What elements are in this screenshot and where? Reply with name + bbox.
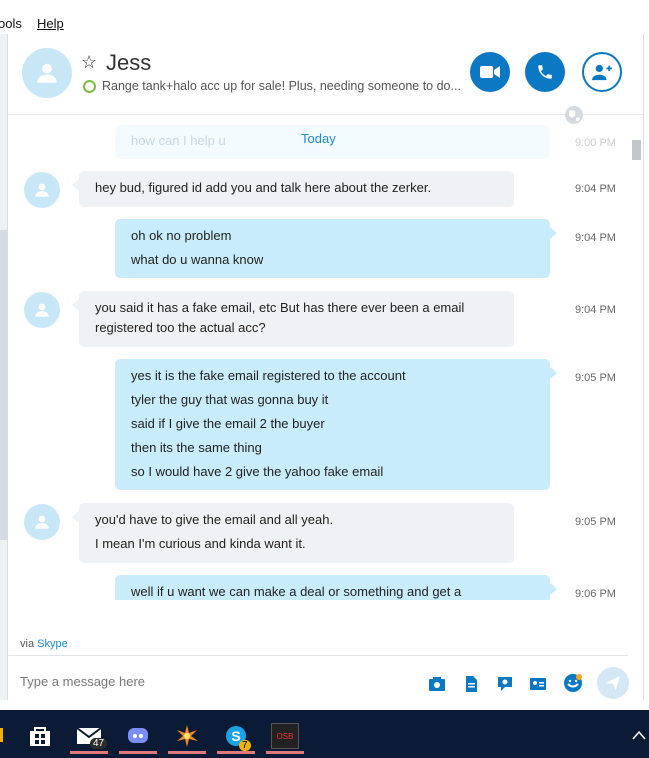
media-gallery-icon[interactable] (428, 675, 446, 693)
chevron-up-icon[interactable] (632, 730, 646, 740)
message-text: you said it has a fake email, etc But ha… (95, 300, 465, 315)
message-text: hey bud, figured id add you and talk her… (95, 180, 432, 195)
compose-divider (8, 655, 628, 656)
faded-message-time: 9:00 PM (575, 137, 616, 149)
skype-notification-badge: 7 (239, 740, 251, 751)
add-people-button[interactable] (582, 52, 622, 92)
message-time: 9:04 PM (575, 183, 616, 195)
message-text: said if I give the email 2 the buyer (131, 416, 325, 431)
message-text: tyler the guy that was gonna buy it (131, 392, 329, 407)
date-divider: Today (301, 131, 336, 146)
message-bubble-outgoing[interactable]: well if u want we can make a deal or som… (115, 575, 557, 600)
running-indicator (70, 751, 108, 754)
sender-avatar[interactable] (24, 292, 60, 328)
emoticon-icon[interactable] (563, 673, 583, 693)
message-time: 9:05 PM (575, 516, 616, 528)
window-bottom-edge (0, 700, 649, 710)
message-text: then its the same thing (131, 440, 262, 455)
sender-avatar[interactable] (24, 504, 60, 540)
running-indicator (168, 751, 206, 754)
via-skype-label: via Skype (20, 638, 68, 650)
right-border (643, 34, 644, 710)
message-text: well if u want we can make a deal or som… (131, 584, 462, 599)
game-app[interactable] (168, 718, 206, 754)
person-icon (35, 515, 49, 529)
windows-taskbar: 47 S 7 OSB (0, 710, 649, 758)
mail-count-badge: 47 (90, 738, 108, 749)
mail-app[interactable]: 47 (70, 718, 108, 754)
contact-card-icon[interactable] (529, 675, 547, 693)
osb-icon: OSB (271, 723, 299, 749)
contact-name[interactable]: Jess (106, 50, 151, 76)
running-indicator (266, 751, 304, 754)
message-text: what do u wanna know (131, 252, 264, 267)
message-time: 9:05 PM (575, 372, 616, 384)
menu-bar: ools Help (0, 0, 649, 34)
game-burst-icon (177, 725, 198, 747)
discord-app[interactable] (119, 718, 157, 754)
menu-tools[interactable]: ools (0, 16, 22, 31)
message-text: registered too the actual acc? (95, 320, 266, 335)
send-arrow-icon (606, 676, 620, 690)
mood-message: Range tank+halo acc up for sale! Plus, n… (102, 79, 461, 93)
message-time: 9:06 PM (575, 588, 616, 600)
running-indicator (217, 751, 255, 754)
message-text: I mean I'm curious and kinda want it. (95, 536, 306, 551)
skype-app[interactable]: S 7 (217, 718, 255, 754)
skype-link[interactable]: Skype (37, 638, 68, 650)
message-bubble-outgoing[interactable]: yes it is the fake email registered to t… (115, 359, 557, 490)
store-app[interactable] (21, 718, 59, 754)
sender-avatar[interactable] (24, 172, 60, 208)
message-bubble-incoming[interactable]: hey bud, figured id add you and talk her… (72, 171, 514, 207)
person-icon (35, 303, 49, 317)
message-time: 9:04 PM (575, 232, 616, 244)
message-text: yes it is the fake email registered to t… (131, 368, 406, 383)
video-camera-icon (480, 66, 500, 78)
message-text: oh ok no problem (131, 228, 232, 243)
video-message-icon[interactable] (496, 675, 514, 693)
discord-icon (128, 728, 148, 743)
osb-app[interactable]: OSB (266, 718, 304, 754)
person-icon (37, 63, 57, 83)
person-icon (35, 183, 49, 197)
left-panel-edge (0, 34, 8, 710)
contact-avatar[interactable] (22, 48, 72, 98)
message-text: you'd have to give the email and all yea… (95, 512, 334, 527)
file-icon[interactable] (462, 675, 480, 693)
presence-status-icon (83, 80, 96, 93)
message-bubble-incoming[interactable]: you said it has a fake email, etc But ha… (72, 291, 514, 347)
taskbar-edge-marker (0, 728, 3, 742)
send-button[interactable] (597, 667, 629, 699)
add-person-icon (592, 64, 612, 81)
message-time: 9:04 PM (575, 304, 616, 316)
message-history[interactable]: how can I help u 9:00 PM Today hey bud, … (8, 115, 628, 600)
message-bubble-incoming[interactable]: you'd have to give the email and all yea… (72, 503, 514, 563)
video-call-button[interactable] (470, 52, 510, 92)
message-input[interactable]: Type a message here (20, 674, 145, 689)
store-icon (30, 727, 50, 746)
running-indicator (119, 751, 157, 754)
favorite-star-icon[interactable]: ☆ (81, 52, 97, 73)
conversation-header: ☆ Jess Range tank+halo acc up for sale! … (8, 34, 643, 115)
message-text: so I would have 2 give the yahoo fake em… (131, 464, 384, 479)
message-bubble-outgoing[interactable]: oh ok no problem what do u wanna know (115, 219, 557, 278)
menu-help[interactable]: Help (37, 16, 64, 31)
audio-call-button[interactable] (525, 52, 565, 92)
phone-icon (538, 65, 552, 79)
chat-scrollbar-thumb[interactable] (632, 140, 641, 160)
